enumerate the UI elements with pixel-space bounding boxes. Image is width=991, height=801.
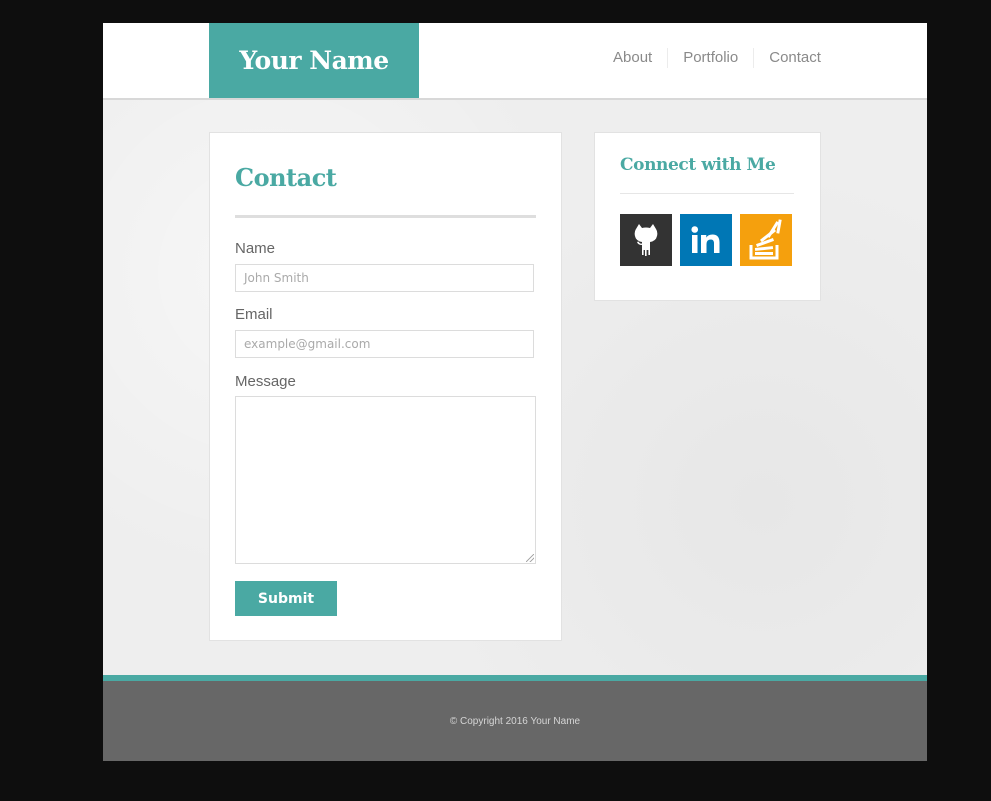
contact-title: Contact [235, 163, 337, 192]
divider [235, 215, 536, 218]
message-label: Message [235, 373, 296, 390]
message-textarea[interactable] [235, 396, 536, 564]
main-content: Contact Name John Smith Email example@gm… [103, 100, 927, 675]
brand-logo[interactable]: Your Name [209, 23, 419, 98]
linkedin-link[interactable] [680, 214, 732, 266]
connect-title: Connect with Me [620, 155, 776, 175]
divider [620, 193, 794, 194]
stackoverflow-icon [749, 219, 782, 260]
name-label: Name [235, 240, 276, 257]
connect-card: Connect with Me [594, 132, 821, 301]
name-input[interactable]: John Smith [235, 264, 534, 292]
page: Your Name About Portfolio Contact Contac… [103, 23, 927, 761]
nav-portfolio[interactable]: Portfolio [667, 48, 753, 68]
stackoverflow-link[interactable] [740, 214, 792, 266]
nav-contact[interactable]: Contact [753, 48, 836, 68]
site-footer: © Copyright 2016 Your Name [103, 681, 927, 761]
github-icon [634, 224, 658, 256]
main-nav: About Portfolio Contact [601, 48, 836, 68]
contact-form-card: Contact Name John Smith Email example@gm… [209, 132, 562, 641]
submit-button[interactable]: Submit [235, 581, 337, 616]
site-header: Your Name About Portfolio Contact [103, 23, 927, 100]
github-link[interactable] [620, 214, 672, 266]
copyright-text: © Copyright 2016 Your Name [449, 715, 581, 727]
linkedin-icon [691, 226, 720, 253]
nav-about[interactable]: About [601, 48, 667, 68]
email-input[interactable]: example@gmail.com [235, 330, 534, 358]
email-label: Email [235, 306, 273, 323]
resize-handle-icon[interactable] [526, 554, 534, 562]
